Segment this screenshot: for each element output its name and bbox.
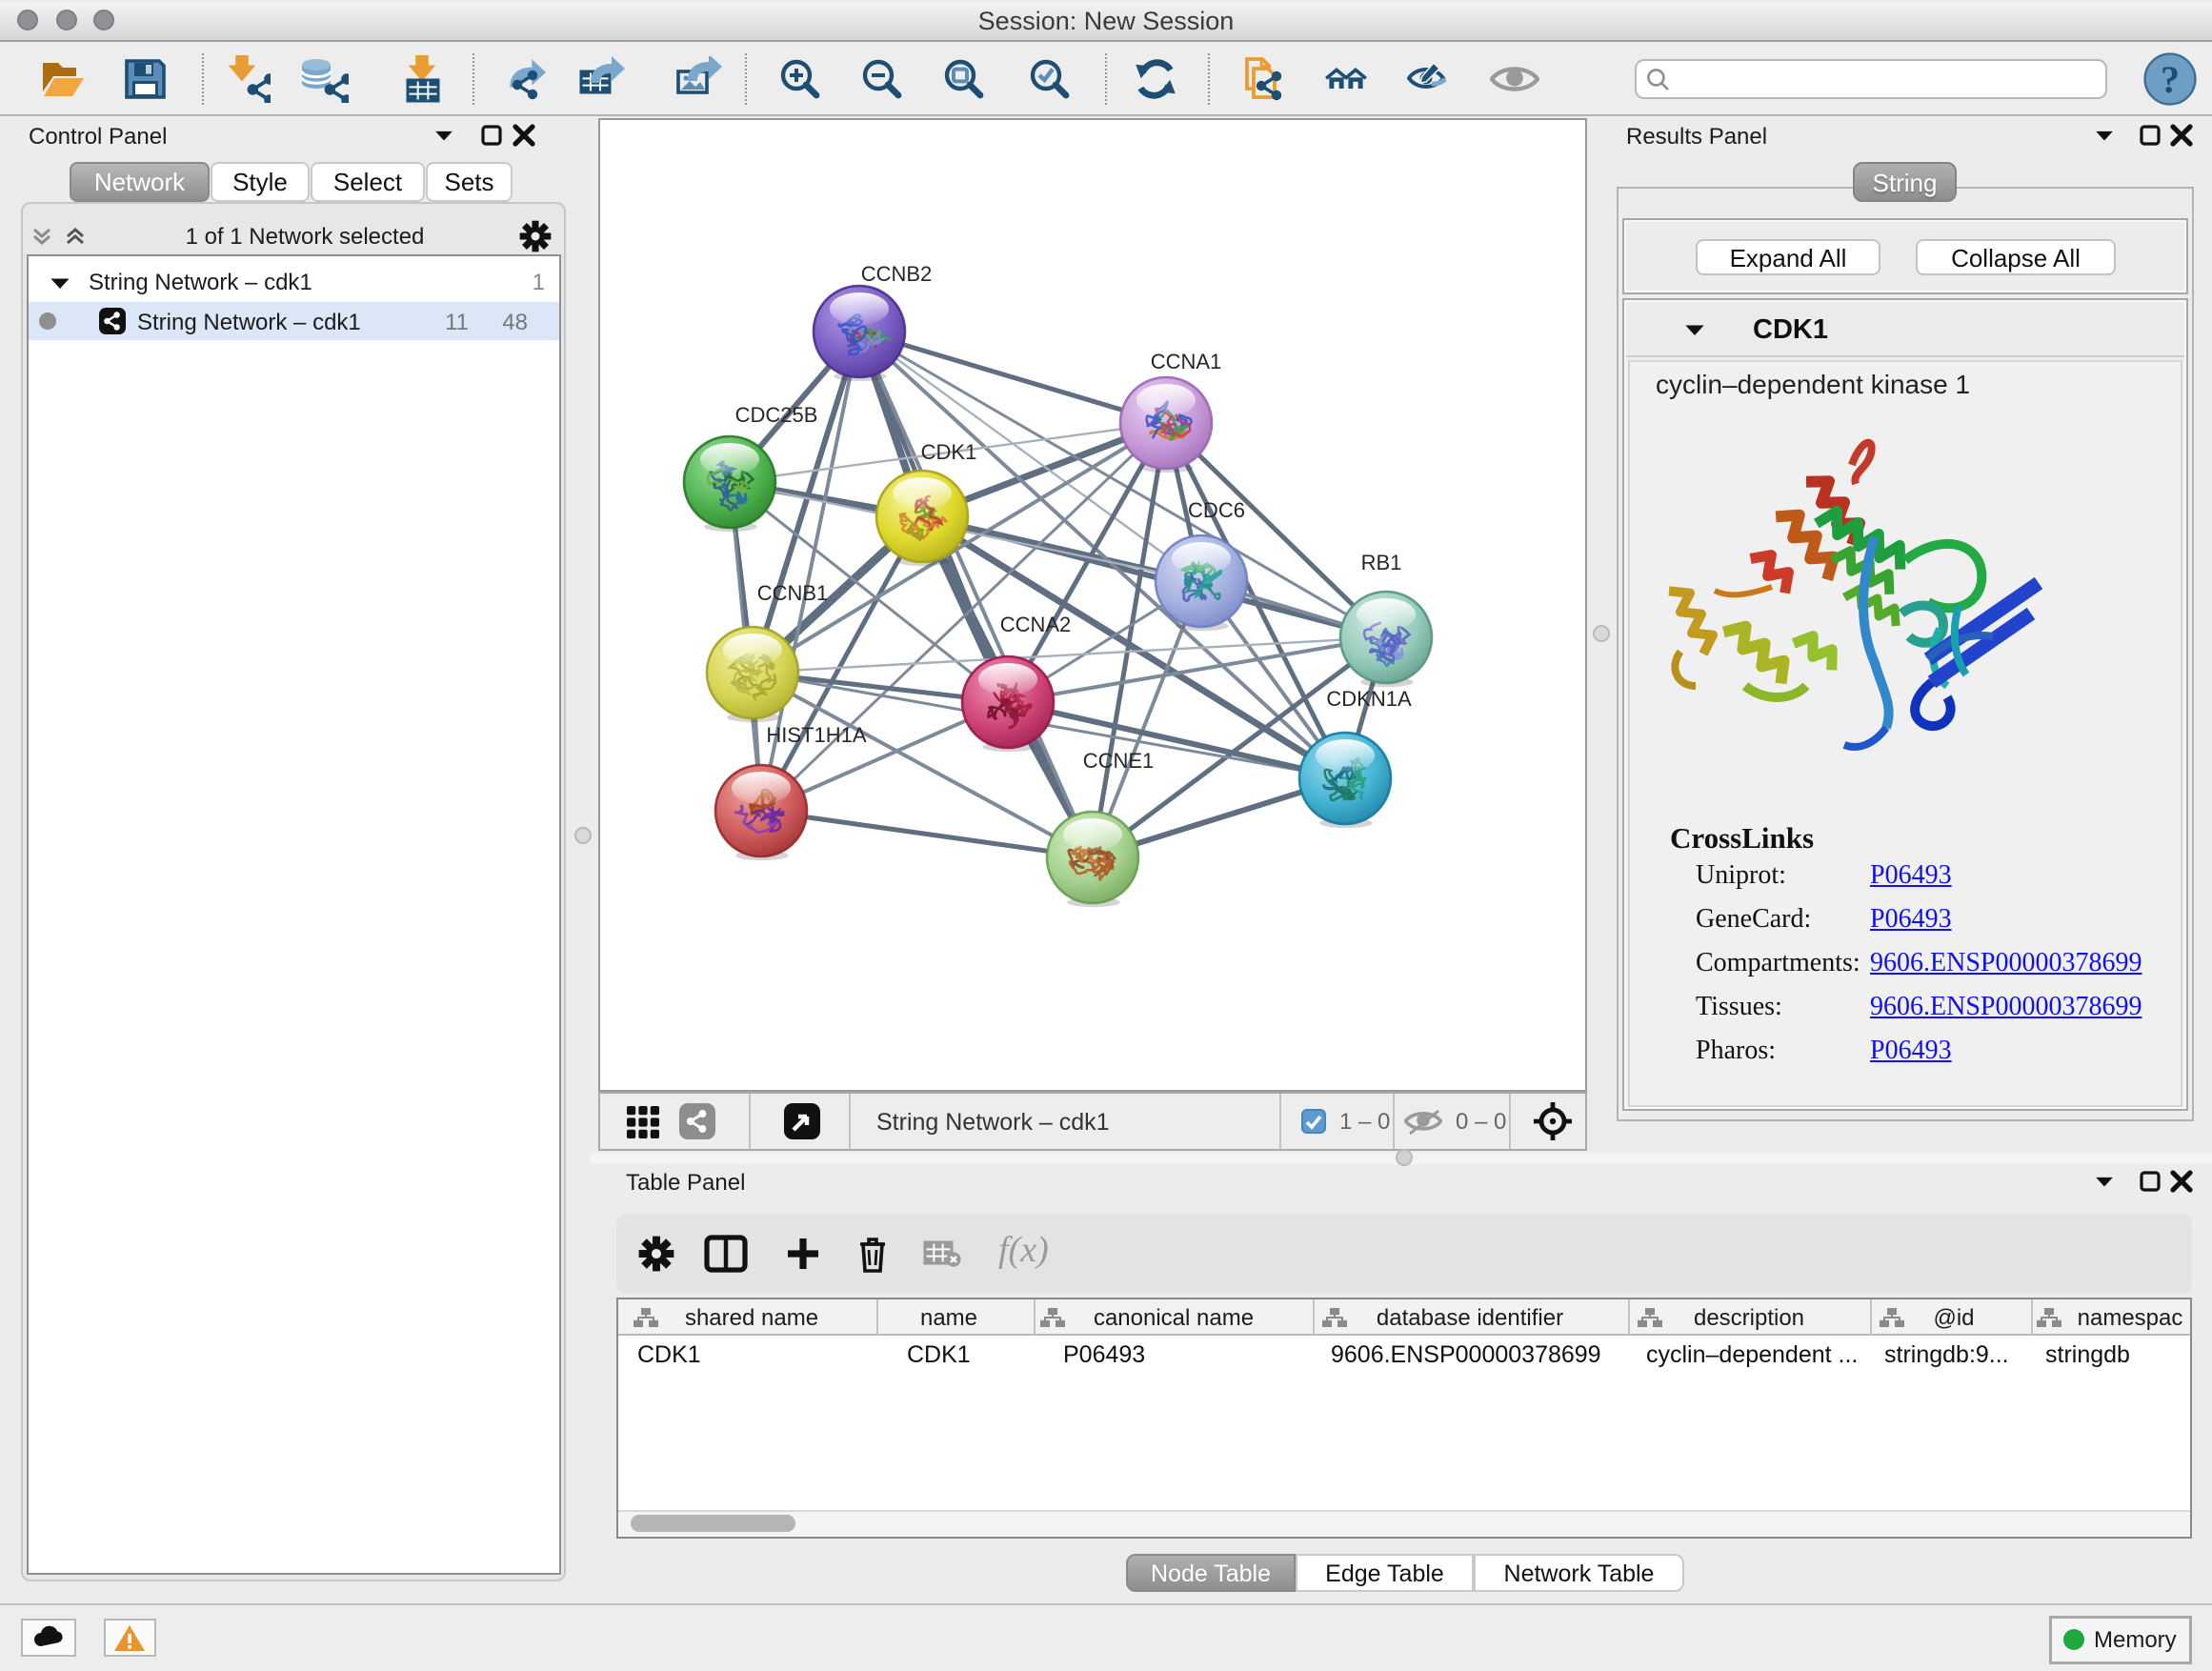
svg-text:CDC6: CDC6 [1188,498,1245,522]
svg-text:CCNA1: CCNA1 [1151,350,1222,373]
svg-text:CDC25B: CDC25B [735,403,818,427]
svg-text:HIST1H1A: HIST1H1A [766,723,866,747]
svg-text:CDKN1A: CDKN1A [1326,687,1412,711]
svg-text:CCNB1: CCNB1 [757,581,829,605]
svg-text:CDK1: CDK1 [921,440,977,464]
svg-text:CCNE1: CCNE1 [1083,749,1155,773]
svg-text:CCNB2: CCNB2 [861,262,933,286]
svg-text:CCNA2: CCNA2 [1000,613,1072,636]
svg-text:?: ? [2161,58,2180,101]
svg-text:RB1: RB1 [1361,551,1402,574]
